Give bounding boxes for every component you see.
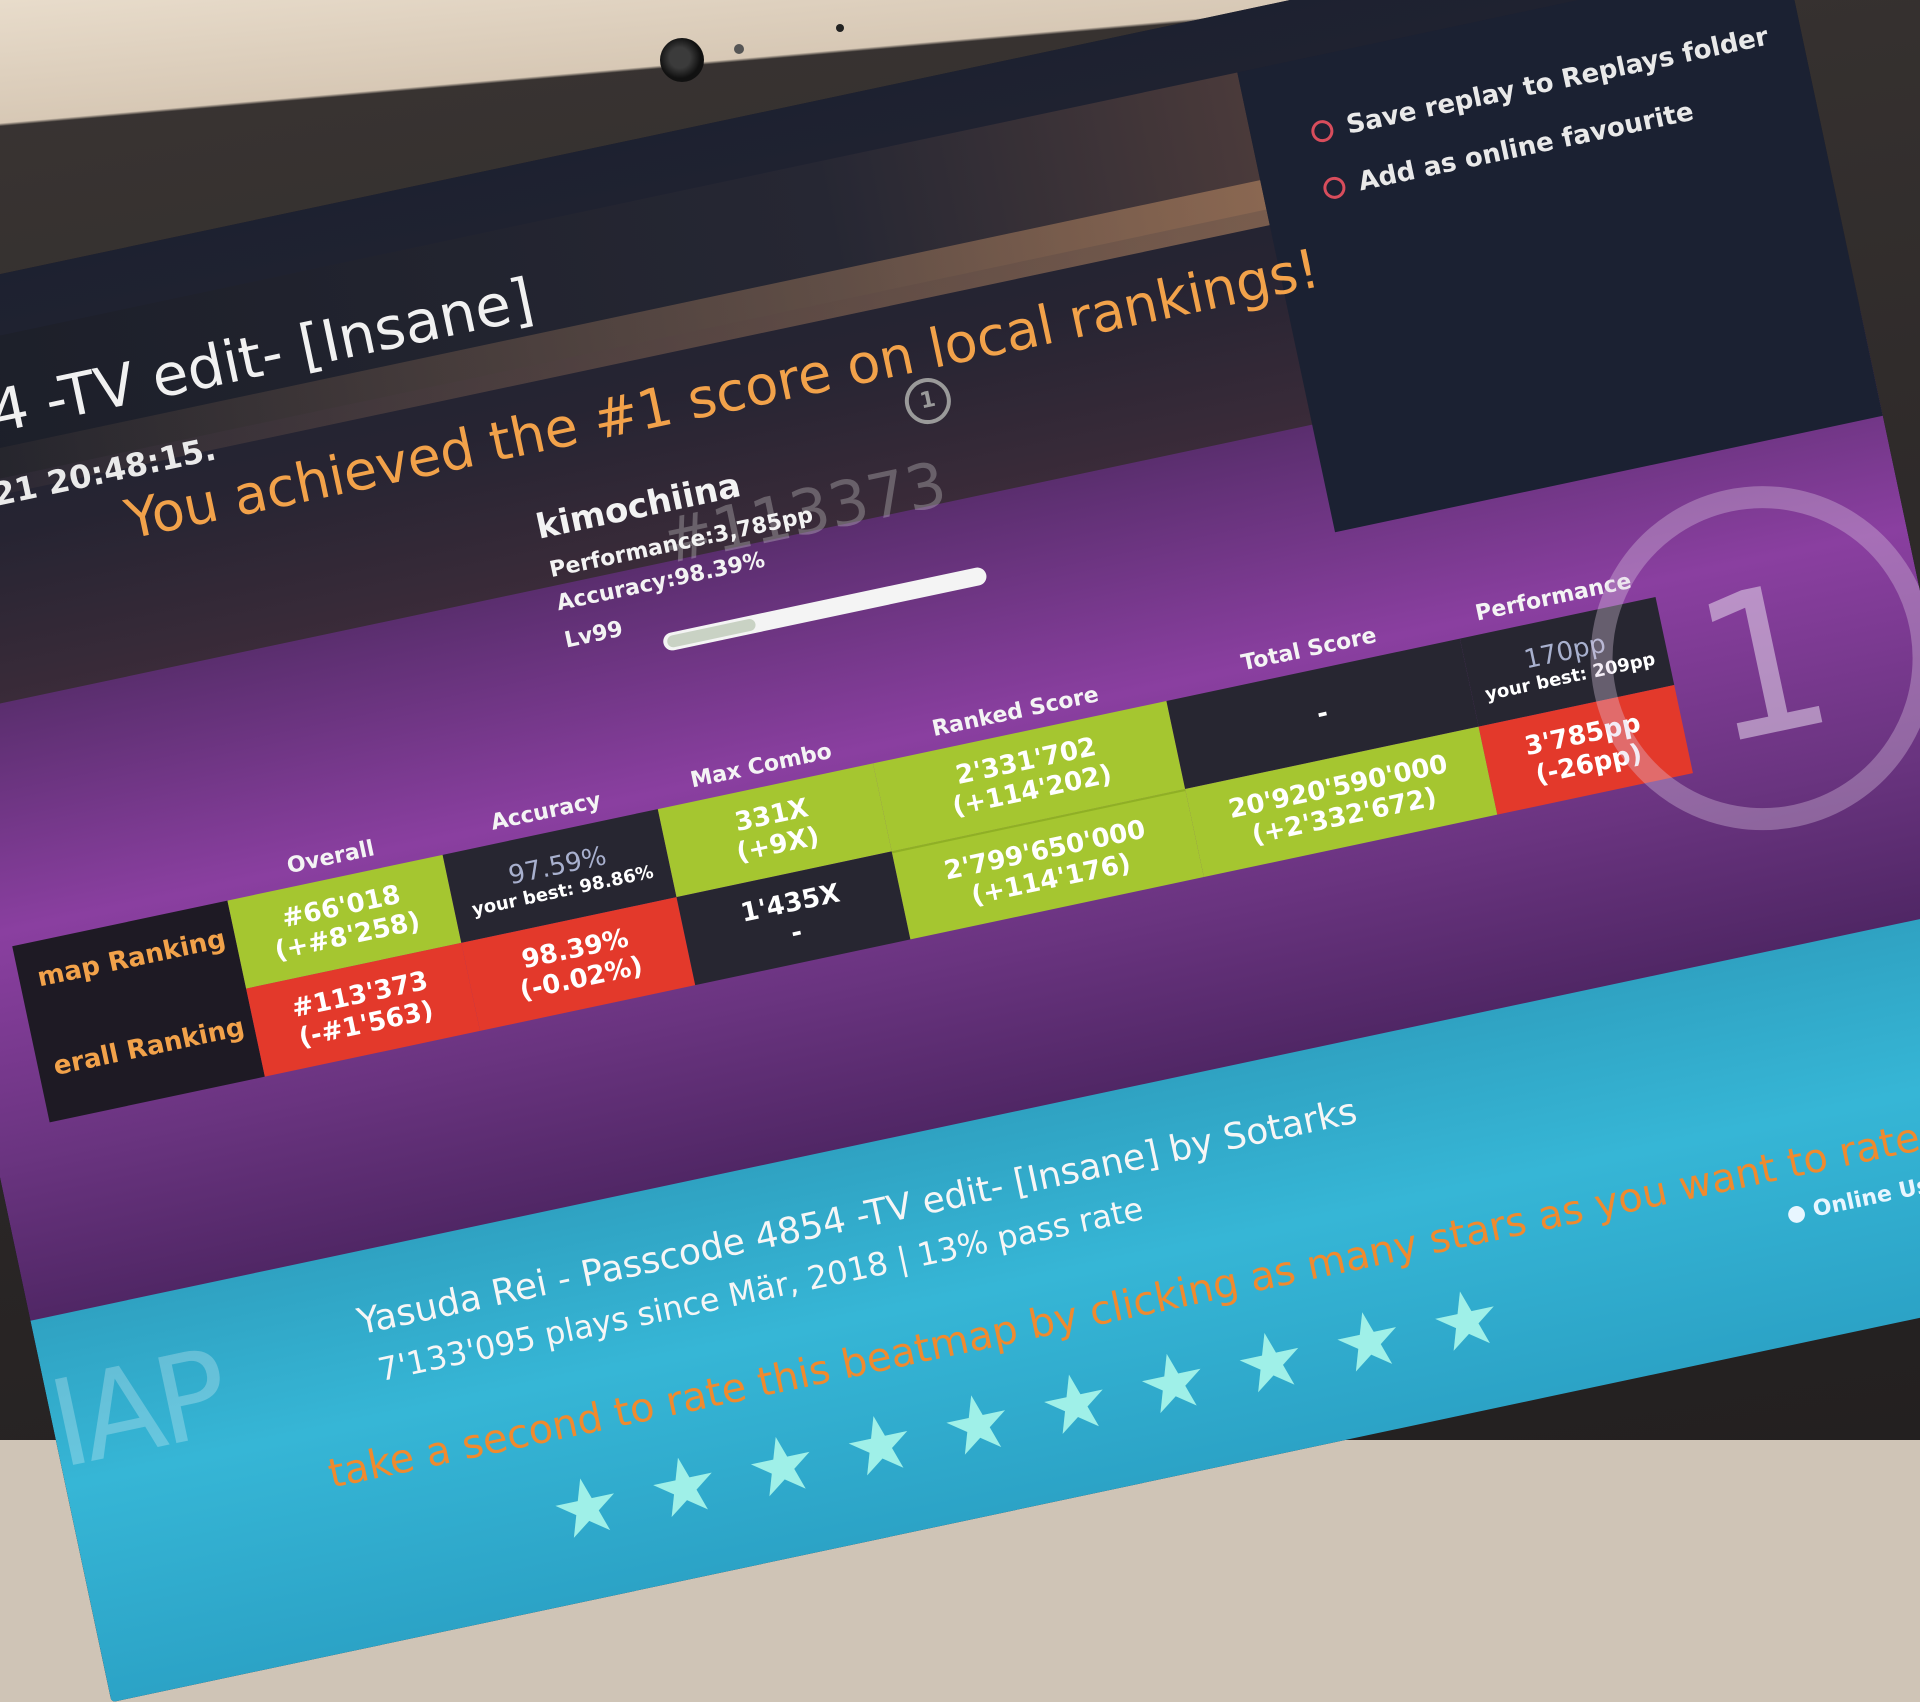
webcam-indicator bbox=[734, 44, 744, 54]
radio-icon bbox=[1309, 118, 1336, 145]
rating-star-icon[interactable]: ★ bbox=[739, 1415, 826, 1518]
column-overall: Overall #66'018 (+#8'258) #113'373 (-#1'… bbox=[219, 816, 481, 1077]
photo-scene: 4854 -TV edit- [Insane] .0.2021 20:48:15… bbox=[0, 0, 1920, 1702]
rating-star-icon[interactable]: ★ bbox=[641, 1436, 728, 1539]
rating-star-icon[interactable]: ★ bbox=[1032, 1353, 1119, 1456]
player-level: Lv99 bbox=[562, 616, 626, 654]
row-label-column bbox=[12, 900, 265, 1123]
column-max-combo: Max Combo 331X (+9X) 1'435X - bbox=[649, 724, 911, 986]
rank-circle-number: 1 bbox=[1677, 537, 1851, 792]
ambient-sensor bbox=[836, 24, 844, 32]
radio-icon bbox=[1321, 174, 1348, 201]
rating-star-icon[interactable]: ★ bbox=[543, 1457, 630, 1560]
rating-star-icon[interactable]: ★ bbox=[836, 1395, 923, 1498]
rating-star-icon[interactable]: ★ bbox=[934, 1374, 1021, 1477]
users-icon: ● bbox=[1784, 1199, 1809, 1228]
rating-star-icon[interactable]: ★ bbox=[1325, 1291, 1412, 1394]
rating-star-icon[interactable]: ★ bbox=[1227, 1311, 1314, 1414]
webcam bbox=[660, 38, 704, 82]
column-accuracy: Accuracy 97.59% your best: 98.86% 98.39%… bbox=[434, 770, 696, 1031]
rating-star-icon[interactable]: ★ bbox=[1130, 1332, 1217, 1435]
game-screen: 4854 -TV edit- [Insane] .0.2021 20:48:15… bbox=[0, 0, 1920, 1702]
level-progress-fill bbox=[666, 617, 757, 649]
